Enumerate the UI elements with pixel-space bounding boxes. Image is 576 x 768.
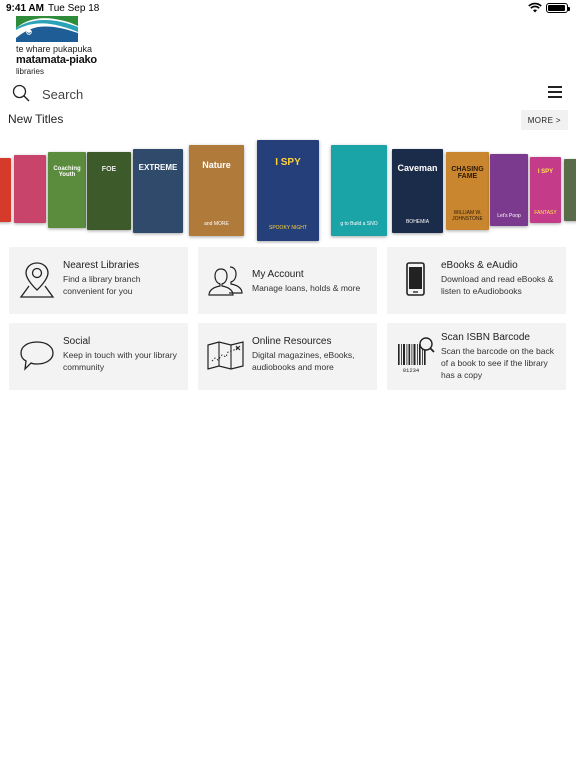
speech-bubble-icon — [15, 333, 59, 377]
map-icon — [204, 333, 248, 377]
book-cover[interactable]: Let's Poop — [490, 154, 528, 226]
search-input[interactable] — [42, 85, 462, 103]
tile-description: Download and read eBooks & listen to eAu… — [441, 274, 554, 296]
book-cover-title: Coaching Youth — [53, 166, 81, 178]
tile-title: Online Resources — [252, 336, 332, 347]
book-cover-subtitle: BOHEMIA — [405, 219, 430, 225]
tile-description: Keep in touch with your library communit… — [63, 350, 177, 372]
status-date: Tue Sep 18 — [48, 3, 100, 14]
tile-title: Scan ISBN Barcode — [441, 332, 530, 343]
barcode-digits: 01234 — [403, 367, 420, 374]
battery-icon — [546, 2, 570, 13]
logo-tagline: te whare pukapuka — [16, 44, 93, 54]
book-cover[interactable] — [564, 159, 576, 221]
book-cover-subtitle: SPOOKY NIGHT — [269, 225, 307, 231]
book-cover[interactable]: Caveman BOHEMIA — [392, 149, 443, 233]
tile-scan-isbn[interactable]: 01234 Scan ISBN Barcode Scan the barcode… — [387, 323, 566, 390]
book-cover[interactable]: I SPY SPOOKY NIGHT — [257, 140, 319, 241]
logo-mark-icon — [16, 16, 78, 42]
more-button[interactable]: MORE > — [520, 110, 568, 130]
book-cover[interactable]: I SPY FANTASY — [530, 157, 561, 223]
book-cover-title: I SPY — [537, 169, 554, 175]
search-bar — [12, 84, 564, 104]
book-cover-title: CHASING FAME — [451, 166, 484, 180]
barcode-icon: 01234 — [393, 333, 437, 377]
tile-title: Social — [63, 336, 91, 347]
tile-description: Find a library branch convenient for you — [63, 274, 141, 296]
book-cover-subtitle: FANTASY — [534, 210, 557, 216]
tile-my-account[interactable]: My Account Manage loans, holds & more — [198, 247, 377, 314]
new-titles-carousel[interactable]: Coaching Youth FOE EXTREME Nature and MORE I … — [0, 138, 576, 244]
logo-libraries: libraries — [16, 67, 45, 76]
tile-nearest-libraries[interactable]: Nearest Libraries Find a library branch … — [9, 247, 188, 314]
tile-title: Nearest Libraries — [63, 260, 140, 271]
book-cover[interactable] — [14, 155, 46, 223]
tablet-icon — [393, 257, 437, 301]
new-titles-title: New Titles — [8, 112, 64, 126]
tile-description: Manage loans, holds & more — [252, 283, 361, 293]
tile-ebooks-eaudio[interactable]: eBooks & eAudio Download and read eBooks… — [387, 247, 566, 314]
book-cover[interactable]: FOE — [87, 152, 131, 230]
tile-description: Scan the barcode on the back of a book t… — [441, 346, 554, 380]
people-icon — [204, 257, 248, 301]
status-bar: 9:41 AM Tue Sep 18 — [0, 0, 576, 16]
book-cover-subtitle: g to Build a SNO — [340, 221, 378, 227]
book-cover[interactable]: g to Build a SNO — [331, 145, 387, 236]
tile-title: eBooks & eAudio — [441, 260, 518, 271]
book-cover[interactable]: Nature and MORE — [189, 145, 244, 236]
book-cover-subtitle: and MORE — [204, 221, 229, 227]
status-indicators — [528, 2, 570, 13]
status-time: 9:41 AM — [6, 3, 44, 14]
map-pin-icon — [15, 257, 59, 301]
library-logo: te whare pukapuka matamata-piako librari… — [16, 16, 116, 78]
tile-title: My Account — [252, 269, 304, 280]
book-cover-title: Caveman — [397, 163, 438, 173]
logo-name: matamata-piako — [16, 54, 97, 66]
book-cover-title: EXTREME — [138, 163, 178, 172]
book-cover-title: Nature — [202, 160, 231, 170]
book-cover[interactable]: CHASING FAME WILLIAM W. JOHNSTONE — [446, 152, 489, 230]
search-icon[interactable] — [12, 84, 30, 102]
book-cover-subtitle: WILLIAM W. JOHNSTONE — [452, 210, 483, 222]
book-cover[interactable]: Coaching Youth — [48, 152, 86, 228]
hamburger-menu-icon[interactable] — [548, 86, 562, 98]
book-cover[interactable] — [0, 158, 11, 222]
book-cover-title: I SPY — [275, 157, 301, 168]
wifi-icon — [528, 2, 542, 13]
new-titles-header: New Titles MORE > — [8, 110, 568, 132]
book-cover[interactable]: EXTREME — [133, 149, 183, 233]
book-cover-title: FOE — [101, 166, 117, 173]
tile-description: Digital magazines, eBooks, audiobooks an… — [252, 350, 355, 372]
tile-online-resources[interactable]: Online Resources Digital magazines, eBoo… — [198, 323, 377, 390]
tile-social[interactable]: Social Keep in touch with your library c… — [9, 323, 188, 390]
book-cover-subtitle: Let's Poop — [497, 213, 521, 219]
